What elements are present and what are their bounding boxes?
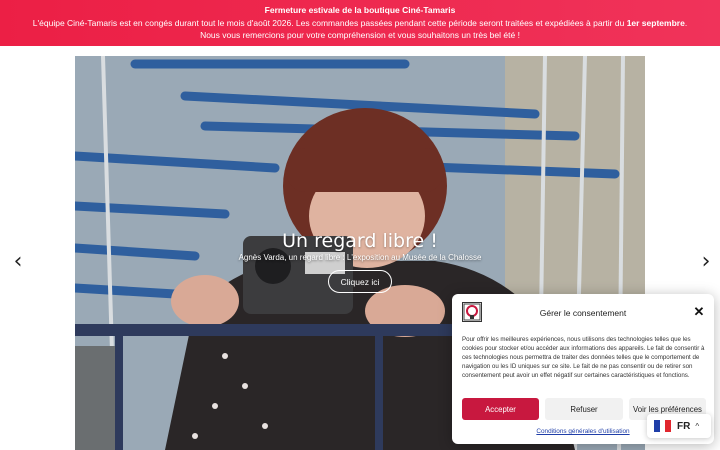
language-switcher[interactable]: FR ^: [647, 414, 711, 438]
close-icon[interactable]: ✕: [693, 305, 705, 319]
slider-next-arrow[interactable]: ›: [699, 249, 713, 274]
banner-line-1: L'équipe Ciné-Tamaris est en congés dura…: [0, 17, 720, 30]
slide-subtitle: Agnès Varda, un regard libre : L'exposit…: [238, 253, 482, 262]
chevron-up-icon: ^: [695, 421, 700, 431]
language-label: FR: [677, 420, 691, 432]
slider-prev-arrow[interactable]: ‹: [11, 249, 25, 274]
refuse-button[interactable]: Refuser: [545, 398, 623, 420]
banner-line-1-end: .: [684, 17, 688, 28]
slide-title: Un regard libre !: [282, 230, 438, 252]
chevron-right-icon: ›: [701, 249, 711, 274]
chevron-left-icon: ‹: [13, 249, 23, 274]
banner-line-2: Nous vous remercions pour votre compréhe…: [200, 30, 520, 40]
accept-button[interactable]: Accepter: [462, 398, 539, 420]
announcement-banner: Fermeture estivale de la boutique Ciné-T…: [0, 0, 720, 46]
french-flag-icon: [654, 420, 672, 432]
slide-cta-button[interactable]: Cliquez ici: [328, 270, 392, 293]
consent-text: Pour offrir les meilleures expériences, …: [462, 336, 705, 380]
banner-line-1-text: L'équipe Ciné-Tamaris est en congés dura…: [32, 17, 627, 28]
banner-date: 1er septembre: [626, 17, 685, 28]
banner-title: Fermeture estivale de la boutique Ciné-T…: [264, 5, 456, 15]
consent-title: Gérer le consentement: [539, 308, 627, 318]
